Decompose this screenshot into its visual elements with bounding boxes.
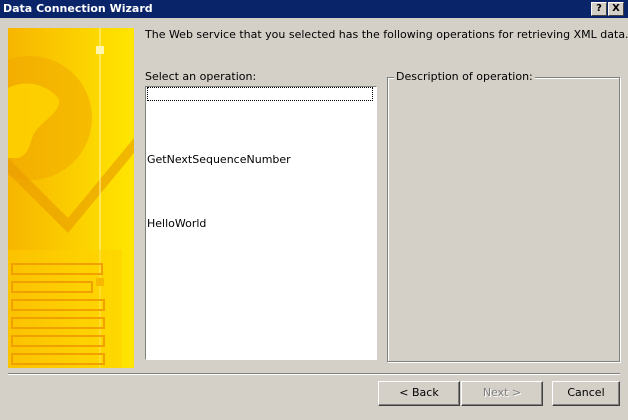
- window-title: Data Connection Wizard: [3, 2, 153, 15]
- wizard-window: Data Connection Wizard ? X The Web servi…: [0, 0, 628, 420]
- operation-description-group: Description of operation:: [387, 70, 620, 362]
- operation-label: Select an operation:: [145, 70, 257, 83]
- next-button[interactable]: Next >: [461, 381, 543, 406]
- help-button[interactable]: ?: [591, 2, 607, 16]
- list-item[interactable]: [147, 87, 373, 101]
- list-item[interactable]: GetNextSequenceNumber: [147, 153, 373, 167]
- cancel-button[interactable]: Cancel: [552, 381, 620, 406]
- wizard-description: The Web service that you selected has th…: [145, 28, 628, 41]
- operation-listbox[interactable]: GetNextSequenceNumber HelloWorld: [145, 86, 377, 360]
- description-group-label: Description of operation:: [394, 70, 535, 84]
- button-separator: [8, 373, 620, 375]
- banner-graphic: [8, 28, 134, 368]
- title-bar[interactable]: Data Connection Wizard ? X: [0, 0, 628, 18]
- close-button[interactable]: X: [608, 2, 624, 16]
- back-button[interactable]: < Back: [378, 381, 460, 406]
- list-item[interactable]: HelloWorld: [147, 217, 373, 231]
- wizard-banner-image: [8, 28, 134, 368]
